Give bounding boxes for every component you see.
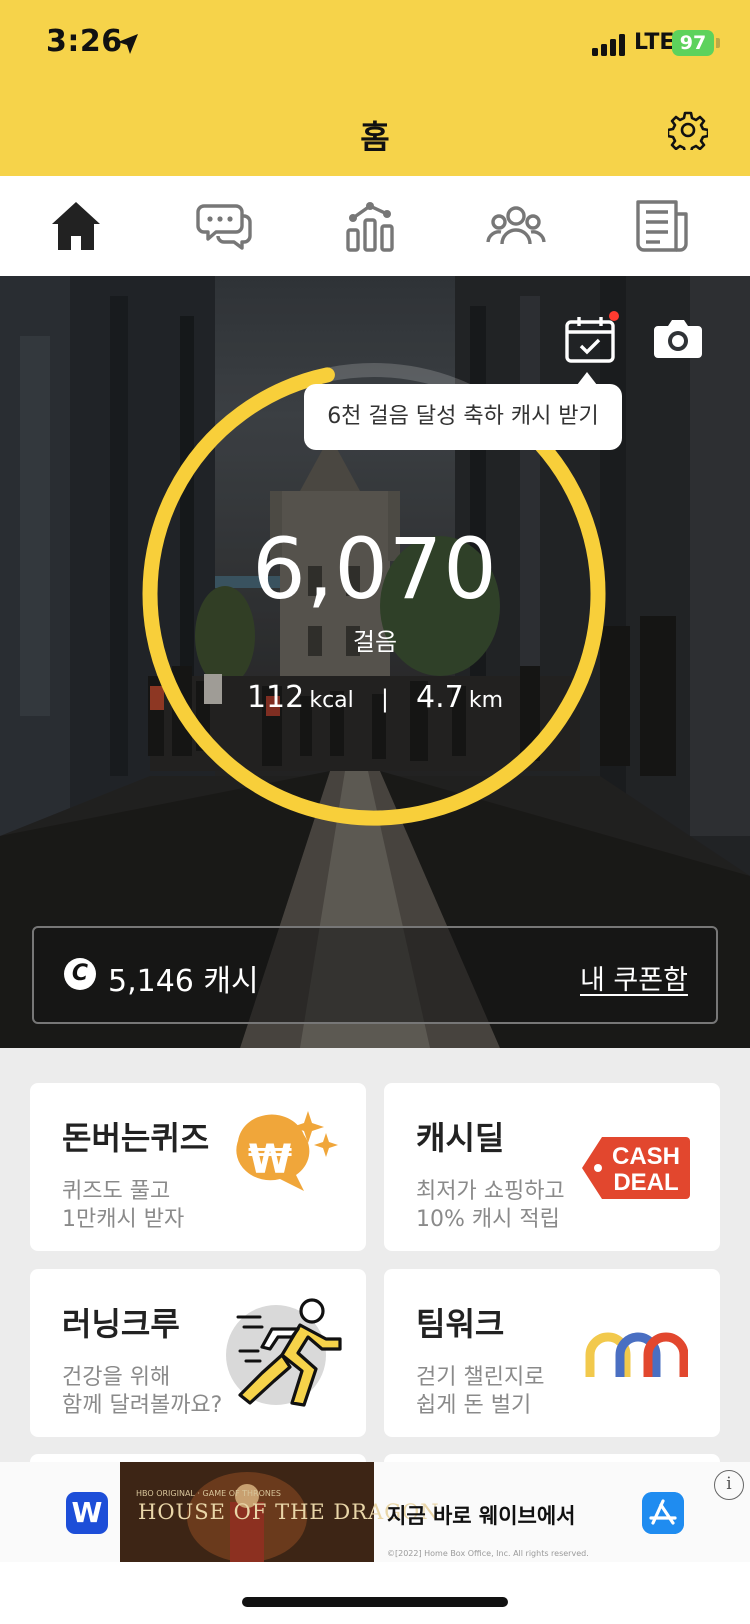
cash-deal-badge-line1: CASH — [612, 1143, 680, 1170]
card-cash-deal[interactable]: 캐시딜 최저가 쇼핑하고 10% 캐시 적립 CASH DEAL — [384, 1083, 720, 1251]
attendance-calendar-icon[interactable] — [564, 316, 616, 364]
kcal-value: 112 — [246, 680, 305, 715]
status-time: 3:26 — [46, 24, 123, 59]
cash-amount: 5,146 캐시 — [108, 964, 259, 999]
tab-chat-bubbles-icon[interactable] — [194, 196, 254, 256]
steps-label: 걸음 — [352, 628, 398, 656]
tab-stats-chart-icon[interactable] — [340, 196, 400, 256]
settings-gear-icon[interactable] — [668, 110, 708, 150]
card-running-crew[interactable]: 러닝크루 건강을 위해 함께 달려볼까요? — [30, 1269, 366, 1437]
ad-headline[interactable]: 지금 바로 웨이브에서 — [387, 1500, 576, 1530]
stats-separator: | — [380, 685, 389, 713]
card-desc-line2: 10% 캐시 적립 — [416, 1207, 560, 1232]
reward-tooltip[interactable]: 6천 걸음 달성 축하 캐시 받기 — [304, 384, 622, 450]
bottom-safe-area — [0, 1562, 750, 1624]
battery-cap — [716, 38, 720, 48]
ad-image-subtitle: HBO ORIGINAL · GAME OF THRONES — [136, 1489, 282, 1498]
svg-text:₩: ₩ — [248, 1137, 292, 1183]
network-type: LTE — [634, 30, 675, 55]
home-indicator — [242, 1597, 508, 1607]
ad-copyright: ©[2022] Home Box Office, Inc. All rights… — [387, 1549, 589, 1558]
wavve-app-icon[interactable]: W — [66, 1492, 108, 1534]
distance-unit: km — [468, 688, 504, 713]
cash-deal-tag-icon: CASH DEAL — [582, 1137, 690, 1199]
runner-icon — [226, 1298, 342, 1407]
card-title: 러닝크루 — [62, 1305, 180, 1343]
my-coupons-link[interactable]: 내 쿠폰함 — [580, 958, 688, 997]
card-title: 캐시딜 — [416, 1119, 505, 1157]
teamwork-arches-icon — [585, 1332, 688, 1377]
card-desc-line2: 1만캐시 받자 — [62, 1207, 185, 1232]
card-title: 돈버는퀴즈 — [62, 1119, 210, 1157]
card-desc-line2: 쉽게 돈 벌기 — [416, 1393, 532, 1418]
cash-deal-badge-line2: DEAL — [613, 1169, 678, 1196]
step-count: 6,070 — [252, 520, 498, 618]
quiz-won-sparkle-icon: ₩ — [236, 1111, 338, 1191]
activity-stats: 112 kcal | 4.7 km — [0, 680, 750, 715]
card-peek — [384, 1454, 720, 1462]
card-money-quiz[interactable]: 돈버는퀴즈 퀴즈도 풀고 1만캐시 받자 ₩ — [30, 1083, 366, 1251]
location-arrow-icon — [118, 34, 138, 54]
app-store-icon[interactable] — [642, 1492, 684, 1534]
card-desc-line2: 함께 달려볼까요? — [62, 1393, 223, 1418]
cash-coin-icon: C — [64, 958, 96, 990]
card-teamwork[interactable]: 팀워크 걷기 챌린지로 쉽게 돈 벌기 — [384, 1269, 720, 1437]
ad-info-icon[interactable]: i — [714, 1470, 744, 1500]
tab-group-icon[interactable] — [486, 196, 546, 256]
camera-icon[interactable] — [652, 318, 704, 360]
battery-indicator: 97 — [672, 30, 714, 56]
card-peek — [30, 1454, 366, 1462]
page-title: 홈 — [360, 118, 390, 156]
card-title: 팀워크 — [416, 1305, 505, 1343]
distance-value: 4.7 — [416, 680, 464, 715]
tab-home-icon[interactable] — [46, 196, 106, 256]
tab-news-icon[interactable] — [632, 196, 692, 256]
kcal-unit: kcal — [309, 688, 354, 713]
cellular-signal-icon — [592, 34, 625, 56]
